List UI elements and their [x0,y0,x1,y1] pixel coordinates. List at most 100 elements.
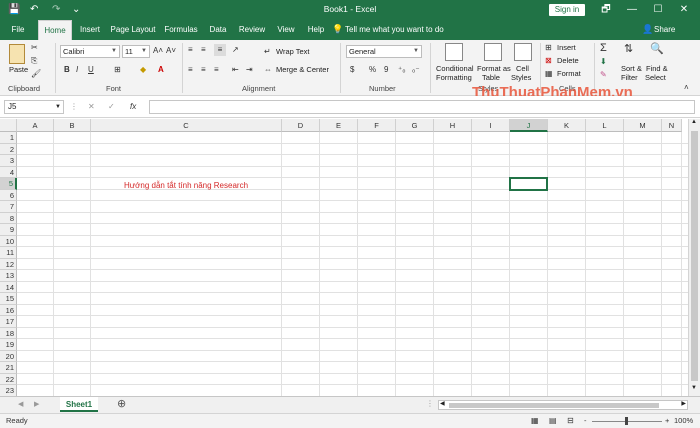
delete-cells-button[interactable]: Delete [557,56,579,66]
format-as-table-label-2[interactable]: Table [482,73,500,83]
tab-home[interactable]: Home [38,20,72,40]
previous-sheet-icon[interactable]: ◀ [18,400,23,408]
close-icon[interactable]: ✕ [674,2,694,18]
align-right-icon[interactable]: ≡ [214,64,219,76]
italic-button[interactable]: I [76,64,78,76]
zoom-out-button[interactable]: - [584,414,587,428]
row-header-15[interactable]: 15 [0,293,17,305]
cut-icon[interactable]: ✂ [31,42,38,54]
tab-file[interactable]: File [4,20,32,40]
active-cell-j5[interactable] [509,177,548,191]
column-header-d[interactable]: D [282,119,320,132]
row-header-22[interactable]: 22 [0,373,17,385]
column-header-a[interactable]: A [17,119,54,132]
row-header-2[interactable]: 2 [0,143,17,155]
sign-in-button[interactable]: Sign in [549,4,585,16]
decrease-font-icon[interactable]: A˅ [166,45,176,57]
copy-icon[interactable]: ⎘ [31,55,37,67]
row-header-17[interactable]: 17 [0,316,17,328]
column-header-e[interactable]: E [320,119,358,132]
row-header-16[interactable]: 16 [0,304,17,316]
scroll-up-icon[interactable]: ▲ [691,119,697,125]
clear-icon[interactable]: ✎ [600,69,607,81]
ribbon-display-options-icon[interactable]: 🗗 [596,2,616,18]
row-header-1[interactable]: 1 [0,132,17,144]
column-header-c[interactable]: C [91,119,282,132]
column-header-j[interactable]: J [510,119,548,132]
fill-color-icon[interactable]: ◆ [140,64,146,76]
page-break-view-icon[interactable]: ⊟ [567,414,574,428]
orientation-icon[interactable]: ↗ [232,44,239,56]
sheet-tab-sheet1[interactable]: Sheet1 [60,397,98,412]
underline-button[interactable]: U [88,64,94,76]
fill-icon[interactable]: ⬇ [600,56,607,68]
row-header-6[interactable]: 6 [0,189,17,201]
row-header-10[interactable]: 10 [0,235,17,247]
format-as-table-icon[interactable] [484,43,502,61]
middle-align-icon[interactable]: ≡ [201,44,206,56]
minimize-icon[interactable]: — [622,2,642,18]
comma-button[interactable]: 9 [384,64,388,76]
insert-function-icon[interactable]: fx [130,101,136,113]
horizontal-scroll-thumb[interactable] [449,403,659,408]
paste-button-label[interactable]: Paste [9,65,28,75]
row-header-5[interactable]: 5 [0,178,17,190]
percent-button[interactable]: % [369,64,376,76]
tab-view[interactable]: View [274,20,298,40]
row-header-9[interactable]: 9 [0,224,17,236]
number-format-select[interactable]: General ▼ [346,45,422,58]
top-align-icon[interactable]: ≡ [188,44,193,56]
align-left-icon[interactable]: ≡ [188,64,193,76]
add-sheet-icon[interactable]: ⊕ [117,397,126,410]
insert-cells-button[interactable]: Insert [557,43,576,53]
column-header-g[interactable]: G [396,119,434,132]
increase-font-icon[interactable]: A˄ [153,45,163,57]
row-header-21[interactable]: 21 [0,362,17,374]
bold-button[interactable]: B [64,64,70,76]
font-size-select[interactable]: 11 ▼ [122,45,150,58]
normal-view-icon[interactable]: ▦ [531,414,539,428]
row-header-7[interactable]: 7 [0,201,17,213]
vertical-scrollbar[interactable]: ▲ ▼ [688,119,700,396]
conditional-formatting-icon[interactable] [445,43,463,61]
tab-help[interactable]: Help [304,20,328,40]
row-header-11[interactable]: 11 [0,247,17,259]
column-header-h[interactable]: H [434,119,472,132]
merge-center-button[interactable]: Merge & Center [276,65,329,75]
next-sheet-icon[interactable]: ▶ [34,400,39,408]
row-header-18[interactable]: 18 [0,327,17,339]
row-header-20[interactable]: 20 [0,350,17,362]
borders-icon[interactable]: ⊞ [114,64,121,76]
cancel-icon[interactable]: ✕ [88,101,95,113]
row-header-12[interactable]: 12 [0,258,17,270]
column-header-i[interactable]: I [472,119,510,132]
paste-icon[interactable] [9,44,25,64]
decrease-indent-icon[interactable]: ⇤ [232,64,239,76]
worksheet-grid[interactable]: ABCDEFGHIJKLMN 1 2 3 4 5 6 7 8 9 10 11 12 13 14 15 16 17… [0,119,688,396]
maximize-icon[interactable]: ☐ [648,2,668,18]
vertical-scroll-thumb[interactable] [691,131,698,381]
increase-decimal-icon[interactable]: ⁺₀ [398,64,406,76]
autosum-icon[interactable]: Σ [600,42,607,54]
wrap-text-button[interactable]: Wrap Text [276,47,310,57]
format-painter-icon[interactable]: 🖌 [31,68,41,80]
enter-icon[interactable]: ✓ [108,101,115,113]
horizontal-scrollbar[interactable]: ◀ ▶ [438,400,688,410]
scroll-right-icon[interactable]: ▶ [681,400,686,407]
row-header-8[interactable]: 8 [0,212,17,224]
share-button[interactable]: Share [654,20,675,40]
zoom-level[interactable]: 100% [674,414,693,428]
font-color-icon[interactable]: A [158,64,164,76]
scroll-down-icon[interactable]: ▼ [691,385,697,391]
tab-page-layout[interactable]: Page Layout [110,20,156,40]
find-select-label-2[interactable]: Select [645,73,666,83]
cell-styles-label-2[interactable]: Styles [511,73,531,83]
currency-button[interactable]: $ [350,64,354,76]
row-header-4[interactable]: 4 [0,166,17,178]
zoom-in-button[interactable]: + [665,414,669,428]
tell-me-search[interactable]: Tell me what you want to do [345,20,444,40]
sort-filter-label-2[interactable]: Filter [621,73,638,83]
column-header-m[interactable]: M [624,119,662,132]
select-all-corner[interactable] [0,119,17,132]
tab-review[interactable]: Review [236,20,268,40]
